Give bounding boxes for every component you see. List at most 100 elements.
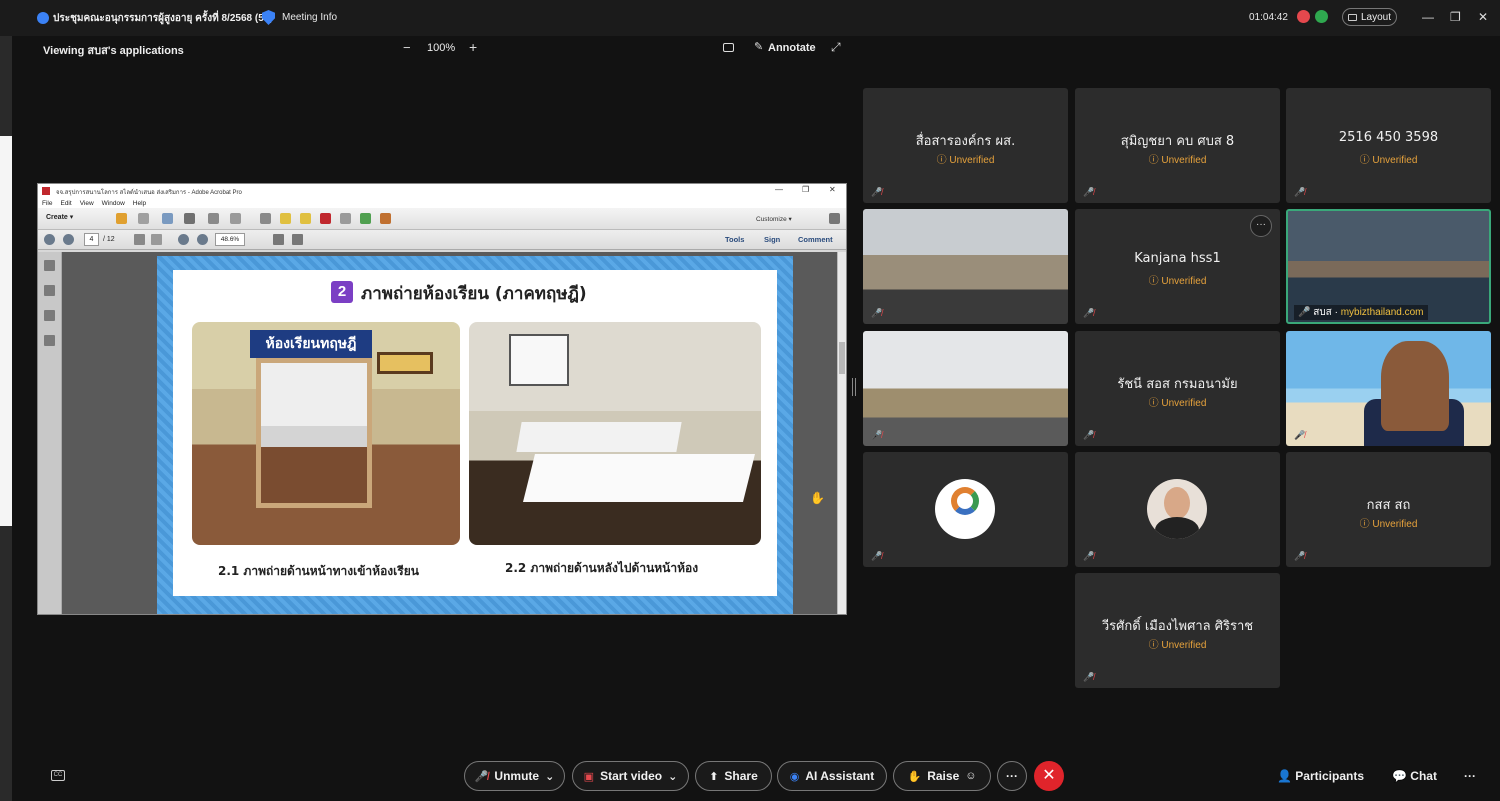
- highlight-icon[interactable]: [300, 213, 311, 224]
- next-page-icon[interactable]: [63, 234, 74, 245]
- acrobat-restore-icon[interactable]: ❐: [802, 185, 809, 194]
- ai-assistant-label: AI Assistant: [805, 769, 875, 783]
- network-signal-icon[interactable]: [1315, 10, 1328, 23]
- signatures-icon[interactable]: [44, 335, 55, 346]
- sign-doc-icon[interactable]: [360, 213, 371, 224]
- start-video-button[interactable]: ▣ Start video ⌄: [572, 761, 689, 791]
- create-button[interactable]: Create ▾: [46, 213, 73, 221]
- sign-pane-link[interactable]: Sign: [764, 235, 780, 244]
- menu-file[interactable]: File: [42, 200, 52, 207]
- raise-hand-button[interactable]: ✋ Raise ☺: [893, 761, 991, 791]
- front-table: [523, 454, 755, 502]
- zoom-in-icon[interactable]: [197, 234, 208, 245]
- active-speaker-video-tile[interactable]: 🎤 สบส · mybizthailand.com: [1286, 209, 1491, 324]
- bookmarks-icon[interactable]: [44, 285, 55, 296]
- ai-assistant-button[interactable]: ◉ AI Assistant: [777, 761, 887, 791]
- open-folder-icon[interactable]: [116, 213, 127, 224]
- comment-pane-link[interactable]: Comment: [798, 235, 833, 244]
- overflow-menu-button[interactable]: ···: [1464, 769, 1476, 783]
- chat-label: Chat: [1410, 769, 1437, 783]
- settings-icon[interactable]: [260, 213, 271, 224]
- unverified-label: Unverified: [1161, 398, 1207, 409]
- comment-icon[interactable]: [280, 213, 291, 224]
- meeting-info-button[interactable]: Meeting Info: [282, 12, 337, 23]
- edit-icon[interactable]: [208, 213, 219, 224]
- menu-help[interactable]: Help: [133, 200, 146, 207]
- participant-tile[interactable]: 🎤̸: [863, 452, 1068, 567]
- participant-tile[interactable]: กสส สถ ⓘ Unverified 🎤̸: [1286, 452, 1491, 567]
- muted-mic-icon: 🎤̸: [1083, 308, 1095, 318]
- hand-tool-icon[interactable]: [151, 234, 162, 245]
- pop-out-icon[interactable]: [723, 43, 734, 52]
- participant-video-tile[interactable]: 🎤̸: [863, 331, 1068, 446]
- participant-tile[interactable]: 🎤̸: [1075, 452, 1280, 567]
- zoom-out-icon[interactable]: [178, 234, 189, 245]
- participant-tile[interactable]: รัชนี สอส กรมอนามัย ⓘ Unverified 🎤̸: [1075, 331, 1280, 446]
- fit-width-icon[interactable]: [292, 234, 303, 245]
- select-tool-icon[interactable]: [134, 234, 145, 245]
- leave-meeting-button[interactable]: ✕: [1034, 761, 1064, 791]
- chevron-down-icon[interactable]: ⌄: [668, 770, 677, 783]
- cloud-icon[interactable]: [162, 213, 173, 224]
- participant-tile[interactable]: วีรศักดิ์ เมืองไพศาล ศิริราช ⓘ Unverifie…: [1075, 573, 1280, 688]
- close-window-icon[interactable]: ✕: [1478, 10, 1488, 24]
- chevron-down-icon[interactable]: ⌄: [545, 770, 554, 783]
- pdf-export-icon[interactable]: [320, 213, 331, 224]
- page-thumbnails-icon[interactable]: [44, 260, 55, 271]
- print-icon[interactable]: [184, 213, 195, 224]
- more-options-button[interactable]: ···: [1250, 215, 1272, 237]
- customize-button[interactable]: Customize ▾: [756, 215, 792, 223]
- acrobat-minimize-icon[interactable]: —: [775, 185, 783, 194]
- zoom-in-button[interactable]: +: [469, 39, 477, 55]
- reactions-icon[interactable]: ☺: [965, 770, 976, 782]
- document-view[interactable]: 2 ภาพถ่ายห้องเรียน (ภาคทฤษฎี) ห้องเรียนท…: [62, 252, 838, 614]
- form-icon[interactable]: [380, 213, 391, 224]
- active-speaker-label: 🎤 สบส · mybizthailand.com: [1294, 305, 1428, 320]
- minimize-icon[interactable]: —: [1422, 10, 1434, 24]
- more-button[interactable]: ···: [997, 761, 1027, 791]
- chat-button[interactable]: 💬 Chat: [1392, 769, 1437, 783]
- raise-label: Raise: [927, 769, 960, 783]
- document-icon[interactable]: [340, 213, 351, 224]
- share-button[interactable]: ⬆ Share: [695, 761, 772, 791]
- menu-window[interactable]: Window: [102, 200, 125, 207]
- participant-tile[interactable]: สื่อสารองค์กร ผส. ⓘ Unverified 🎤̸: [863, 88, 1068, 203]
- acrobat-scrollbar[interactable]: [837, 252, 846, 614]
- acrobat-close-icon[interactable]: ✕: [829, 185, 836, 194]
- logo-ring-icon: [951, 487, 979, 515]
- participant-video-tile[interactable]: 🎤̸: [863, 209, 1068, 324]
- panel-resize-handle[interactable]: [852, 378, 856, 396]
- prev-page-icon[interactable]: [44, 234, 55, 245]
- menu-view[interactable]: View: [80, 200, 94, 207]
- participant-tile[interactable]: ··· Kanjana hss1 ⓘ Unverified 🎤̸: [1075, 209, 1280, 324]
- recording-icon[interactable]: [1297, 10, 1310, 23]
- acrobat-window-title: จจ.สรุปการสนานโลการ สไลด์นำเสนอ ส่งเสริม…: [56, 190, 242, 196]
- attachments-icon[interactable]: [44, 310, 55, 321]
- expand-toolbar-icon[interactable]: [829, 213, 840, 224]
- email-icon[interactable]: [230, 213, 241, 224]
- zoom-out-button[interactable]: −: [403, 40, 411, 55]
- closed-captions-icon[interactable]: CC: [51, 770, 65, 781]
- annotate-button[interactable]: Annotate: [768, 42, 816, 54]
- menu-edit[interactable]: Edit: [60, 200, 71, 207]
- participant-tile[interactable]: 2516 450 3598 ⓘ Unverified 🎤̸: [1286, 88, 1491, 203]
- acrobat-zoom-select[interactable]: 48.6%: [215, 233, 245, 246]
- participants-button[interactable]: 👤 Participants: [1277, 769, 1364, 783]
- participant-video-tile[interactable]: 🎤̸: [1286, 331, 1491, 446]
- layout-button[interactable]: Layout: [1342, 8, 1397, 26]
- page-number-input[interactable]: 4: [84, 233, 99, 246]
- layout-icon: [1347, 13, 1357, 21]
- fit-page-icon[interactable]: [273, 234, 284, 245]
- scrollbar-thumb[interactable]: [839, 342, 845, 374]
- layout-label: Layout: [1360, 11, 1392, 23]
- share-screen-icon: ⬆: [709, 770, 719, 783]
- annotate-icon[interactable]: ✎: [754, 40, 763, 53]
- fullscreen-icon[interactable]: ⤢: [831, 40, 841, 55]
- muted-mic-icon: 🎤̸: [1083, 187, 1095, 197]
- unmute-button[interactable]: 🎤̸ Unmute ⌄: [464, 761, 565, 791]
- restore-icon[interactable]: ❐: [1450, 10, 1461, 24]
- participant-tile[interactable]: สุมิญชยา คบ ศบส 8 ⓘ Unverified 🎤̸: [1075, 88, 1280, 203]
- save-icon[interactable]: [138, 213, 149, 224]
- tools-pane-link[interactable]: Tools: [725, 235, 744, 244]
- projector-screen: [509, 334, 569, 386]
